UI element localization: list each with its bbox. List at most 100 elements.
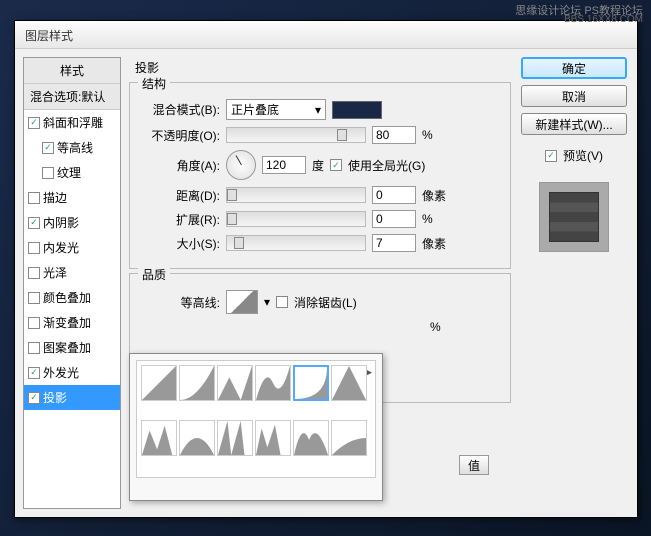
spread-label: 扩展(R): — [140, 211, 220, 228]
ok-button[interactable]: 确定 — [521, 57, 627, 79]
antialias-checkbox[interactable] — [276, 296, 288, 308]
sidebar-blend-options[interactable]: 混合选项:默认 — [24, 84, 120, 110]
style-checkbox[interactable] — [28, 267, 40, 279]
sidebar-header[interactable]: 样式 — [24, 58, 120, 84]
contour-preset-3[interactable] — [255, 365, 291, 401]
chevron-down-icon: ▾ — [315, 103, 321, 117]
contour-preset-5[interactable] — [331, 365, 367, 401]
sidebar-item-4[interactable]: 内阴影 — [24, 210, 120, 235]
contour-swatch[interactable] — [226, 290, 258, 314]
style-checkbox[interactable] — [28, 217, 40, 229]
contour-preset-9[interactable] — [255, 420, 291, 456]
style-checkbox[interactable] — [28, 192, 40, 204]
spread-slider[interactable] — [226, 211, 366, 227]
contour-preset-4[interactable] — [293, 365, 329, 401]
sidebar-item-6[interactable]: 光泽 — [24, 260, 120, 285]
antialias-label: 消除锯齿(L) — [294, 294, 357, 311]
style-checkbox[interactable] — [42, 142, 54, 154]
opacity-slider[interactable] — [226, 127, 366, 143]
style-checkbox[interactable] — [28, 392, 40, 404]
style-label: 斜面和浮雕 — [43, 114, 103, 131]
contour-preset-1[interactable] — [179, 365, 215, 401]
angle-unit: 度 — [312, 157, 324, 174]
style-label: 渐变叠加 — [43, 314, 91, 331]
style-label: 光泽 — [43, 264, 67, 281]
blend-mode-label: 混合模式(B): — [140, 101, 220, 118]
blend-mode-select[interactable]: 正片叠底▾ — [226, 99, 326, 120]
sidebar-item-8[interactable]: 渐变叠加 — [24, 310, 120, 335]
preview-box — [539, 182, 609, 252]
angle-dial[interactable] — [226, 150, 256, 180]
angle-label: 角度(A): — [140, 157, 220, 174]
preview-checkbox[interactable] — [545, 150, 557, 162]
contour-picker-popup: ⚙ ▸ — [129, 353, 383, 501]
style-label: 投影 — [43, 389, 67, 406]
style-label: 内阴影 — [43, 214, 79, 231]
style-checkbox[interactable] — [28, 342, 40, 354]
size-slider[interactable] — [226, 235, 366, 251]
opacity-input[interactable]: 80 — [372, 126, 416, 144]
sidebar-item-2[interactable]: 纹理 — [24, 160, 120, 185]
style-label: 等高线 — [57, 139, 93, 156]
sidebar-item-0[interactable]: 斜面和浮雕 — [24, 110, 120, 135]
contour-dropdown-icon[interactable]: ▾ — [264, 295, 270, 309]
contour-preset-11[interactable] — [331, 420, 367, 456]
spread-unit: % — [422, 212, 452, 226]
contour-label: 等高线: — [140, 294, 220, 311]
distance-slider[interactable] — [226, 187, 366, 203]
style-checkbox[interactable] — [28, 117, 40, 129]
sidebar-item-5[interactable]: 内发光 — [24, 235, 120, 260]
cancel-button[interactable]: 取消 — [521, 85, 627, 107]
panel-title: 投影 — [129, 57, 511, 78]
contour-preset-6[interactable] — [141, 420, 177, 456]
shadow-color-swatch[interactable] — [332, 101, 382, 119]
global-light-checkbox[interactable] — [330, 159, 342, 171]
styles-sidebar: 样式 混合选项:默认 斜面和浮雕等高线纹理描边内阴影内发光光泽颜色叠加渐变叠加图… — [23, 57, 121, 509]
contour-preset-8[interactable] — [217, 420, 253, 456]
sidebar-item-10[interactable]: 外发光 — [24, 360, 120, 385]
contour-preset-10[interactable] — [293, 420, 329, 456]
style-checkbox[interactable] — [28, 292, 40, 304]
distance-label: 距离(D): — [140, 187, 220, 204]
distance-input[interactable]: 0 — [372, 186, 416, 204]
reset-button[interactable]: 值 — [459, 455, 489, 475]
style-checkbox[interactable] — [42, 167, 54, 179]
style-checkbox[interactable] — [28, 317, 40, 329]
contour-preset-7[interactable] — [179, 420, 215, 456]
distance-unit: 像素 — [422, 187, 452, 204]
watermark-text-2: BBS.16XX8.COM — [564, 14, 643, 25]
style-label: 颜色叠加 — [43, 289, 91, 306]
sidebar-item-9[interactable]: 图案叠加 — [24, 335, 120, 360]
opacity-unit: % — [422, 128, 452, 142]
right-panel: 确定 取消 新建样式(W)... 预览(V) — [519, 57, 629, 509]
sidebar-item-7[interactable]: 颜色叠加 — [24, 285, 120, 310]
style-label: 纹理 — [57, 164, 81, 181]
style-checkbox[interactable] — [28, 367, 40, 379]
style-checkbox[interactable] — [28, 242, 40, 254]
global-light-label: 使用全局光(G) — [348, 157, 425, 174]
style-label: 描边 — [43, 189, 67, 206]
layer-style-dialog: 图层样式 样式 混合选项:默认 斜面和浮雕等高线纹理描边内阴影内发光光泽颜色叠加… — [14, 20, 638, 518]
size-unit: 像素 — [422, 235, 452, 252]
preview-label: 预览(V) — [563, 147, 603, 164]
dialog-title: 图层样式 — [15, 21, 637, 49]
structure-title: 结构 — [138, 75, 170, 92]
sidebar-item-11[interactable]: 投影 — [24, 385, 120, 410]
new-style-button[interactable]: 新建样式(W)... — [521, 113, 627, 135]
contour-preset-2[interactable] — [217, 365, 253, 401]
spread-input[interactable]: 0 — [372, 210, 416, 228]
sidebar-item-1[interactable]: 等高线 — [24, 135, 120, 160]
angle-input[interactable]: 120 — [262, 156, 306, 174]
main-panel: 投影 结构 混合模式(B): 正片叠底▾ 不透明度(O): 80 % 角度(A)… — [129, 57, 511, 509]
size-input[interactable]: 7 — [372, 234, 416, 252]
contour-preset-0[interactable] — [141, 365, 177, 401]
quality-title: 品质 — [138, 266, 170, 283]
sidebar-item-3[interactable]: 描边 — [24, 185, 120, 210]
structure-group: 结构 混合模式(B): 正片叠底▾ 不透明度(O): 80 % 角度(A): 1… — [129, 82, 511, 269]
noise-unit: % — [430, 320, 460, 334]
style-label: 外发光 — [43, 364, 79, 381]
size-label: 大小(S): — [140, 235, 220, 252]
opacity-label: 不透明度(O): — [140, 127, 220, 144]
style-label: 图案叠加 — [43, 339, 91, 356]
style-label: 内发光 — [43, 239, 79, 256]
